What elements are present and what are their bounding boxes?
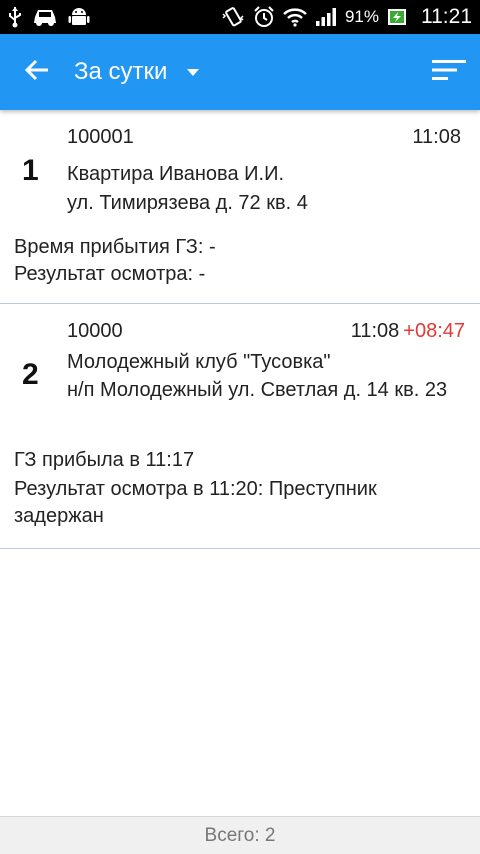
total-count-label: Всего: 2 xyxy=(204,824,276,846)
item-info-block: Время прибытия ГЗ: - Результат осмотра: … xyxy=(14,234,469,288)
item-time-value: 11:08 xyxy=(350,320,400,342)
wifi-icon xyxy=(283,7,307,27)
back-button[interactable] xyxy=(0,34,74,110)
dropdown-arrow-icon xyxy=(187,68,200,76)
list-item[interactable]: 1 100001 11:08 Квартира Иванова И.И. ул.… xyxy=(0,110,480,304)
car-icon xyxy=(32,7,58,27)
event-list: 1 100001 11:08 Квартира Иванова И.И. ул.… xyxy=(0,110,480,549)
item-id: 10000 xyxy=(67,320,123,342)
footer-total: Всего: 2 xyxy=(0,816,480,854)
item-delay: +08:47 xyxy=(403,320,465,342)
item-time: 11:08 +08:47 xyxy=(351,320,465,343)
item-result: Результат осмотра: - xyxy=(14,263,206,285)
item-object-name: Квартира Иванова И.И. xyxy=(67,163,285,185)
item-id: 100001 xyxy=(67,126,134,148)
android-icon xyxy=(68,6,90,28)
status-bar-clock: 11:21 xyxy=(421,5,472,28)
battery-charging-icon xyxy=(387,8,409,26)
list-item[interactable]: 2 10000 11:08 +08:47 Молодежный клуб "Тус… xyxy=(0,304,480,549)
item-arrival: Время прибытия ГЗ: - xyxy=(14,236,216,258)
sort-icon xyxy=(432,58,466,87)
item-object-name: Молодежный клуб "Тусовка" xyxy=(67,351,331,373)
item-result: Результат осмотра в 11:20: Преступник за… xyxy=(14,478,377,527)
item-number: 1 xyxy=(22,154,39,187)
status-bar-notifications xyxy=(8,6,90,28)
item-time: 11:08 xyxy=(412,126,465,149)
item-address-block: Молодежный клуб "Тусовка" н/п Молодежный… xyxy=(67,348,462,404)
item-arrival: ГЗ прибыла в 11:17 xyxy=(14,449,195,471)
battery-percent: 91% xyxy=(344,7,379,26)
page-title: За сутки xyxy=(74,58,168,85)
item-address: ул. Тимирязева д. 72 кв. 4 xyxy=(67,192,308,214)
item-number: 2 xyxy=(22,358,39,391)
arrow-left-icon xyxy=(24,58,50,87)
item-info-block: ГЗ прибыла в 11:17 Результат осмотра в 1… xyxy=(14,447,469,530)
item-address: н/п Молодежный ул. Светлая д. 14 кв. 23 xyxy=(67,379,448,401)
status-bar: 91% 11:21 xyxy=(0,0,480,34)
item-address-block: Квартира Иванова И.И. ул. Тимирязева д. … xyxy=(67,160,467,218)
sort-filter-button[interactable] xyxy=(418,34,480,110)
alarm-icon xyxy=(253,6,275,28)
app-bar: За сутки xyxy=(0,34,480,110)
vibrate-icon xyxy=(221,6,245,28)
usb-icon xyxy=(8,6,22,28)
period-dropdown[interactable]: За сутки xyxy=(74,58,200,86)
status-bar-system: 91% 11:21 xyxy=(221,5,472,29)
signal-icon xyxy=(315,7,337,27)
item-time-value: 11:08 xyxy=(412,126,461,148)
